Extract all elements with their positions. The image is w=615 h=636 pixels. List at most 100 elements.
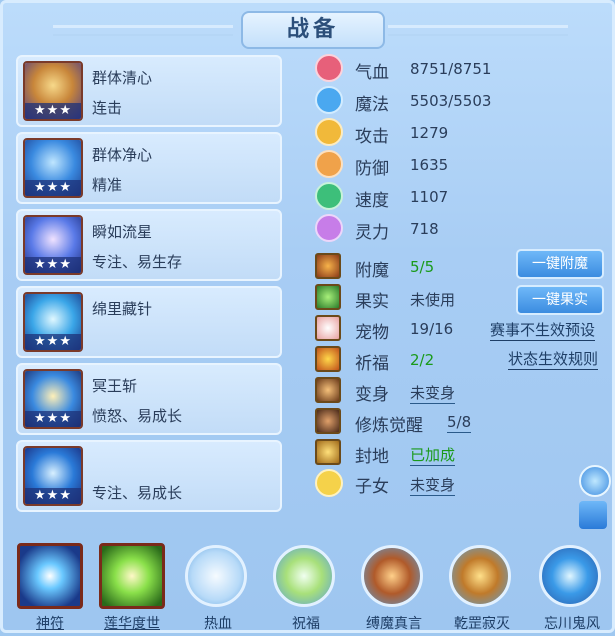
stat-value-speed: 1107 — [410, 188, 449, 206]
row-label-pet: 宠物 — [355, 323, 389, 343]
skill-icon: ★★★ — [23, 215, 83, 275]
stat-label-attack: 攻击 — [355, 127, 389, 147]
star-rating: ★★★ — [25, 257, 81, 273]
fief-value-text: 已加成 — [410, 446, 456, 466]
skill-card[interactable]: ★★★ 冥王斩 愤怒、易成长 — [16, 363, 282, 435]
spirit-icon — [315, 214, 343, 242]
stat-value-mp: 5503/5503 — [410, 92, 492, 110]
skill-icon: ★★★ — [23, 292, 83, 352]
stat-label-mp: 魔法 — [355, 95, 389, 115]
skill-name: 瞬如流星 — [92, 223, 153, 241]
row-label-enchant: 附魔 — [355, 261, 389, 281]
star-rating: ★★★ — [25, 334, 81, 350]
skill-card[interactable]: ★★★ 群体净心 精准 — [16, 132, 282, 204]
stat-label-defense: 防御 — [355, 159, 389, 179]
bottom-label: 缚魔真言 — [366, 616, 422, 632]
fruit-icon — [315, 284, 341, 310]
rexue-icon — [185, 545, 247, 607]
stat-label-speed: 速度 — [355, 191, 389, 211]
row-value-child: 未变身 — [410, 474, 456, 496]
star-rating: ★★★ — [25, 488, 81, 504]
title-decoration-right — [388, 25, 568, 36]
panel-title: 战备 — [241, 11, 385, 49]
child-icon — [315, 469, 343, 497]
stat-value-hp: 8751/8751 — [410, 60, 492, 78]
status-rules-link[interactable]: 状态生效规则 — [508, 348, 599, 370]
bottom-skill-wangchuan[interactable]: 忘川鬼风 — [537, 541, 607, 636]
awaken-value-text: 5/8 — [447, 413, 472, 433]
skill-name: 绵里藏针 — [92, 300, 153, 318]
skill-desc: 专注、易成长 — [92, 484, 183, 502]
row-label-fief: 封地 — [355, 447, 389, 467]
row-value-fruit: 未使用 — [410, 291, 456, 309]
one-click-enchant-button[interactable]: 一键附魔 — [516, 249, 604, 279]
row-label-child: 子女 — [355, 477, 389, 497]
bottom-skill-qiangang[interactable]: 乾罡寂灭 — [447, 541, 517, 636]
skill-desc: 专注、易生存 — [92, 253, 183, 271]
stat-value-defense: 1635 — [410, 156, 449, 174]
shield-icon — [315, 150, 343, 178]
row-value-transform: 未变身 — [410, 382, 456, 404]
stat-value-spirit: 718 — [410, 220, 439, 238]
row-label-transform: 变身 — [355, 385, 389, 405]
bottom-label: 乾罡寂灭 — [454, 616, 510, 632]
skill-desc: 连击 — [92, 99, 123, 117]
bottom-skill-lianhua[interactable]: 莲华度世 — [97, 541, 167, 636]
one-click-fruit-button[interactable]: 一键果实 — [516, 285, 604, 315]
transform-icon — [315, 377, 341, 403]
battle-prep-panel: 战备 ★★★ 群体清心 连击 ★★★ 群体净心 精准 ★★★ 瞬如流星 专注、易… — [0, 0, 615, 633]
bottom-skill-shenfu[interactable]: 神符 — [15, 541, 85, 636]
row-value-fief: 已加成 — [410, 444, 456, 466]
bottom-label: 忘川鬼风 — [544, 616, 600, 632]
awaken-icon — [315, 408, 341, 434]
row-label-fruit: 果实 — [355, 292, 389, 312]
lightning-icon — [315, 182, 343, 210]
skill-icon: ★★★ — [23, 61, 83, 121]
skill-card[interactable]: ★★★ 专注、易成长 — [16, 440, 282, 512]
star-rating: ★★★ — [25, 103, 81, 119]
blessing-icon — [315, 346, 341, 372]
title-decoration-left — [53, 25, 233, 36]
wangchuan-icon — [539, 545, 601, 607]
lianhua-icon — [99, 543, 165, 609]
skill-desc: 精准 — [92, 176, 123, 194]
bottom-skill-rexue[interactable]: 热血 — [183, 541, 253, 636]
row-label-awaken: 修炼觉醒 — [355, 416, 423, 436]
row-label-blessing: 祈福 — [355, 354, 389, 374]
refresh-icon[interactable] — [579, 465, 611, 497]
skill-card[interactable]: ★★★ 瞬如流星 专注、易生存 — [16, 209, 282, 281]
bottom-label: 莲华度世 — [104, 616, 160, 632]
shenfu-icon — [17, 543, 83, 609]
row-value-blessing: 2/2 — [410, 351, 435, 369]
mana-icon — [315, 86, 343, 114]
skill-name: 群体清心 — [92, 69, 153, 87]
pet-icon — [315, 315, 341, 341]
share-icon[interactable] — [579, 501, 607, 529]
enchant-icon — [315, 253, 341, 279]
bottom-label: 热血 — [204, 616, 232, 632]
child-value-text: 未变身 — [410, 476, 456, 496]
skill-card[interactable]: ★★★ 群体清心 连击 — [16, 55, 282, 127]
skill-name: 冥王斩 — [92, 377, 138, 395]
row-value-awaken: 5/8 — [447, 413, 472, 433]
bottom-label: 神符 — [36, 616, 64, 632]
row-value-enchant: 5/5 — [410, 258, 435, 276]
row-value-pet: 19/16 — [410, 320, 454, 338]
stat-value-attack: 1279 — [410, 124, 449, 142]
fief-icon — [315, 439, 341, 465]
skill-card[interactable]: ★★★ 绵里藏针 — [16, 286, 282, 358]
heart-icon — [315, 54, 343, 82]
stat-label-hp: 气血 — [355, 63, 389, 83]
zhufu-icon — [273, 545, 335, 607]
stat-label-spirit: 灵力 — [355, 223, 389, 243]
fumo-icon — [361, 545, 423, 607]
skill-icon: ★★★ — [23, 369, 83, 429]
bottom-label: 祝福 — [292, 616, 320, 632]
qiangang-icon — [449, 545, 511, 607]
skill-icon: ★★★ — [23, 138, 83, 198]
star-rating: ★★★ — [25, 180, 81, 196]
event-preset-link[interactable]: 赛事不生效预设 — [490, 319, 596, 341]
bottom-skill-zhufu[interactable]: 祝福 — [271, 541, 341, 636]
transform-value-text: 未变身 — [410, 384, 456, 404]
bottom-skill-fumo[interactable]: 缚魔真言 — [359, 541, 429, 636]
